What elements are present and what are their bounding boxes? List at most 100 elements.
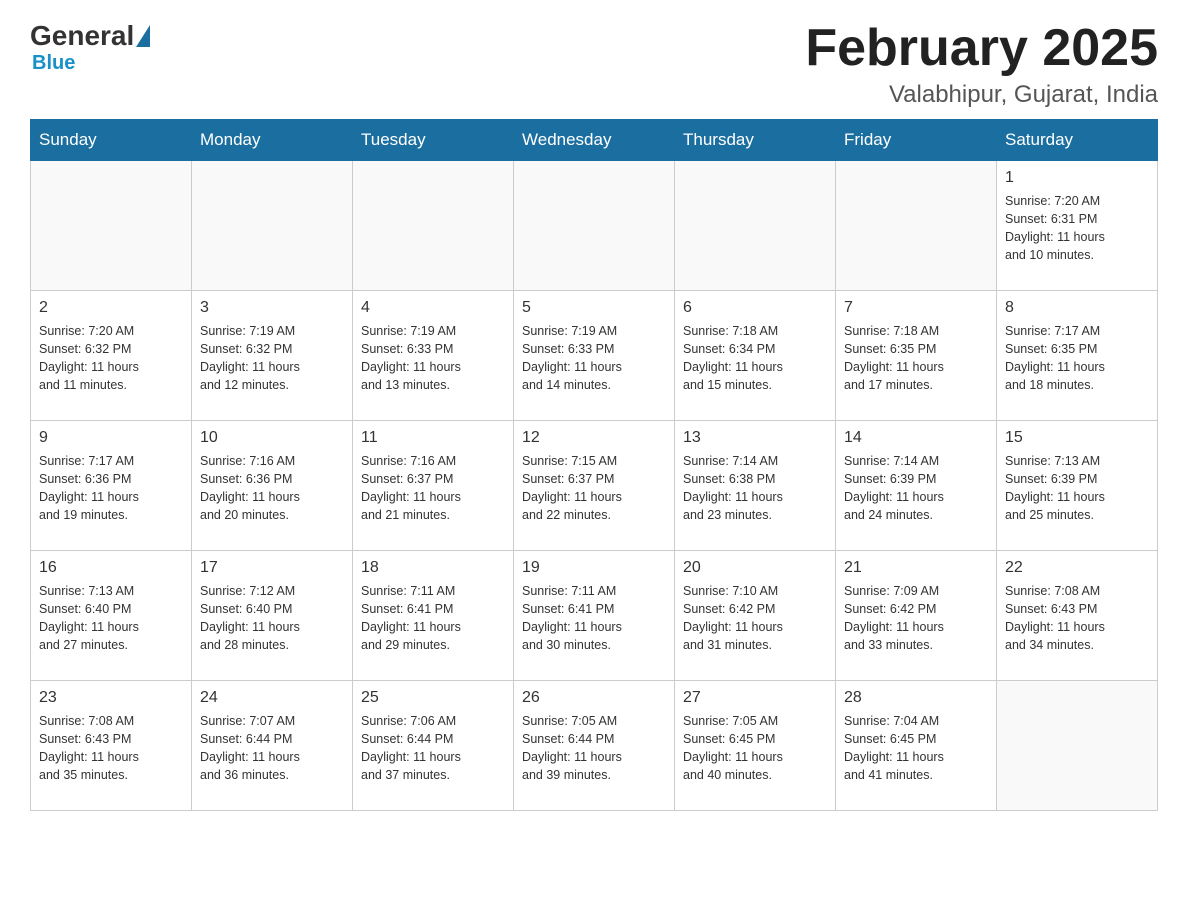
day-number: 18 [361, 557, 505, 579]
calendar-cell-4-0: 23 Sunrise: 7:08 AM Sunset: 6:43 PM Dayli… [31, 681, 192, 811]
calendar-cell-3-4: 20Sunrise: 7:10 AM Sunset: 6:42 PM Dayli… [675, 551, 836, 681]
calendar-cell-1-1: 3 Sunrise: 7:19 AM Sunset: 6:32 PM Daylig… [192, 291, 353, 421]
day-info: Sunrise: 7:20 AM Sunset: 6:32 PM Dayligh… [39, 322, 183, 395]
day-number: 22 [1005, 557, 1149, 579]
calendar-cell-2-3: 12Sunrise: 7:15 AM Sunset: 6:37 PM Dayli… [514, 421, 675, 551]
day-number: 21 [844, 557, 988, 579]
day-number: 2 [39, 297, 183, 319]
calendar-cell-1-6: 8Sunrise: 7:17 AM Sunset: 6:35 PM Daylig… [997, 291, 1158, 421]
day-info: Sunrise: 7:16 AM Sunset: 6:36 PM Dayligh… [200, 452, 344, 525]
day-number: 11 [361, 427, 505, 449]
day-info: Sunrise: 7:06 AM Sunset: 6:44 PM Dayligh… [361, 712, 505, 785]
calendar-cell-2-2: 11Sunrise: 7:16 AM Sunset: 6:37 PM Dayli… [353, 421, 514, 551]
calendar-subtitle: Valabhipur, Gujarat, India [805, 81, 1158, 109]
calendar-cell-1-2: 4 Sunrise: 7:19 AM Sunset: 6:33 PM Daylig… [353, 291, 514, 421]
day-info: Sunrise: 7:14 AM Sunset: 6:38 PM Dayligh… [683, 452, 827, 525]
col-tuesday: Tuesday [353, 120, 514, 161]
day-info: Sunrise: 7:17 AM Sunset: 6:35 PM Dayligh… [1005, 322, 1149, 395]
day-number: 15 [1005, 427, 1149, 449]
day-info: Sunrise: 7:08 AM Sunset: 6:43 PM Dayligh… [39, 712, 183, 785]
calendar-cell-3-5: 21 Sunrise: 7:09 AM Sunset: 6:42 PM Dayli… [836, 551, 997, 681]
day-number: 19 [522, 557, 666, 579]
day-number: 23 [39, 687, 183, 709]
calendar-cell-2-5: 14 Sunrise: 7:14 AM Sunset: 6:39 PM Dayli… [836, 421, 997, 551]
day-info: Sunrise: 7:13 AM Sunset: 6:40 PM Dayligh… [39, 582, 183, 655]
calendar-cell-0-5 [836, 161, 997, 291]
day-info: Sunrise: 7:17 AM Sunset: 6:36 PM Dayligh… [39, 452, 183, 525]
logo: General Blue [30, 20, 152, 75]
col-friday: Friday [836, 120, 997, 161]
day-number: 1 [1005, 167, 1149, 189]
day-info: Sunrise: 7:18 AM Sunset: 6:35 PM Dayligh… [844, 322, 988, 395]
day-number: 20 [683, 557, 827, 579]
day-number: 17 [200, 557, 344, 579]
calendar-cell-0-4 [675, 161, 836, 291]
logo-blue-text: Blue [32, 52, 75, 75]
day-info: Sunrise: 7:05 AM Sunset: 6:45 PM Dayligh… [683, 712, 827, 785]
calendar-cell-2-6: 15 Sunrise: 7:13 AM Sunset: 6:39 PM Dayli… [997, 421, 1158, 551]
day-info: Sunrise: 7:13 AM Sunset: 6:39 PM Dayligh… [1005, 452, 1149, 525]
logo-general-text: General [30, 20, 134, 52]
col-sunday: Sunday [31, 120, 192, 161]
day-info: Sunrise: 7:04 AM Sunset: 6:45 PM Dayligh… [844, 712, 988, 785]
day-number: 24 [200, 687, 344, 709]
day-info: Sunrise: 7:07 AM Sunset: 6:44 PM Dayligh… [200, 712, 344, 785]
day-info: Sunrise: 7:20 AM Sunset: 6:31 PM Dayligh… [1005, 192, 1149, 265]
col-wednesday: Wednesday [514, 120, 675, 161]
day-info: Sunrise: 7:11 AM Sunset: 6:41 PM Dayligh… [361, 582, 505, 655]
calendar-cell-4-6 [997, 681, 1158, 811]
calendar-cell-0-2 [353, 161, 514, 291]
col-saturday: Saturday [997, 120, 1158, 161]
calendar-cell-1-0: 2 Sunrise: 7:20 AM Sunset: 6:32 PM Daylig… [31, 291, 192, 421]
day-number: 10 [200, 427, 344, 449]
calendar-title: February 2025 [805, 20, 1158, 77]
day-number: 5 [522, 297, 666, 319]
day-info: Sunrise: 7:19 AM Sunset: 6:33 PM Dayligh… [361, 322, 505, 395]
day-number: 28 [844, 687, 988, 709]
calendar-cell-4-5: 28 Sunrise: 7:04 AM Sunset: 6:45 PM Dayli… [836, 681, 997, 811]
week-row-2: 9 Sunrise: 7:17 AM Sunset: 6:36 PM Daylig… [31, 421, 1158, 551]
day-number: 25 [361, 687, 505, 709]
day-number: 6 [683, 297, 827, 319]
calendar-cell-2-1: 10 Sunrise: 7:16 AM Sunset: 6:36 PM Dayli… [192, 421, 353, 551]
day-info: Sunrise: 7:19 AM Sunset: 6:32 PM Dayligh… [200, 322, 344, 395]
calendar-cell-4-1: 24 Sunrise: 7:07 AM Sunset: 6:44 PM Dayli… [192, 681, 353, 811]
day-number: 13 [683, 427, 827, 449]
day-info: Sunrise: 7:12 AM Sunset: 6:40 PM Dayligh… [200, 582, 344, 655]
day-info: Sunrise: 7:09 AM Sunset: 6:42 PM Dayligh… [844, 582, 988, 655]
day-info: Sunrise: 7:11 AM Sunset: 6:41 PM Dayligh… [522, 582, 666, 655]
calendar-cell-2-4: 13 Sunrise: 7:14 AM Sunset: 6:38 PM Dayli… [675, 421, 836, 551]
calendar-cell-4-2: 25 Sunrise: 7:06 AM Sunset: 6:44 PM Dayli… [353, 681, 514, 811]
day-info: Sunrise: 7:18 AM Sunset: 6:34 PM Dayligh… [683, 322, 827, 395]
day-number: 3 [200, 297, 344, 319]
page-header: General Blue February 2025 Valabhipur, G… [30, 20, 1158, 109]
week-row-4: 23 Sunrise: 7:08 AM Sunset: 6:43 PM Dayli… [31, 681, 1158, 811]
col-thursday: Thursday [675, 120, 836, 161]
day-info: Sunrise: 7:14 AM Sunset: 6:39 PM Dayligh… [844, 452, 988, 525]
day-info: Sunrise: 7:08 AM Sunset: 6:43 PM Dayligh… [1005, 582, 1149, 655]
week-row-3: 16 Sunrise: 7:13 AM Sunset: 6:40 PM Dayli… [31, 551, 1158, 681]
calendar-cell-3-3: 19 Sunrise: 7:11 AM Sunset: 6:41 PM Dayli… [514, 551, 675, 681]
day-number: 14 [844, 427, 988, 449]
calendar-cell-0-1 [192, 161, 353, 291]
day-number: 4 [361, 297, 505, 319]
calendar-cell-1-5: 7 Sunrise: 7:18 AM Sunset: 6:35 PM Daylig… [836, 291, 997, 421]
day-info: Sunrise: 7:19 AM Sunset: 6:33 PM Dayligh… [522, 322, 666, 395]
calendar-cell-3-0: 16 Sunrise: 7:13 AM Sunset: 6:40 PM Dayli… [31, 551, 192, 681]
calendar-cell-4-3: 26Sunrise: 7:05 AM Sunset: 6:44 PM Dayli… [514, 681, 675, 811]
day-number: 16 [39, 557, 183, 579]
calendar-cell-4-4: 27Sunrise: 7:05 AM Sunset: 6:45 PM Dayli… [675, 681, 836, 811]
calendar-cell-1-3: 5 Sunrise: 7:19 AM Sunset: 6:33 PM Daylig… [514, 291, 675, 421]
week-row-0: 1 Sunrise: 7:20 AM Sunset: 6:31 PM Daylig… [31, 161, 1158, 291]
calendar-cell-3-2: 18 Sunrise: 7:11 AM Sunset: 6:41 PM Dayli… [353, 551, 514, 681]
calendar-cell-0-0 [31, 161, 192, 291]
col-monday: Monday [192, 120, 353, 161]
day-number: 12 [522, 427, 666, 449]
day-number: 7 [844, 297, 988, 319]
calendar-cell-1-4: 6 Sunrise: 7:18 AM Sunset: 6:34 PM Daylig… [675, 291, 836, 421]
calendar-cell-3-1: 17 Sunrise: 7:12 AM Sunset: 6:40 PM Dayli… [192, 551, 353, 681]
calendar-cell-3-6: 22 Sunrise: 7:08 AM Sunset: 6:43 PM Dayli… [997, 551, 1158, 681]
day-number: 9 [39, 427, 183, 449]
calendar-table: Sunday Monday Tuesday Wednesday Thursday… [30, 119, 1158, 811]
day-info: Sunrise: 7:05 AM Sunset: 6:44 PM Dayligh… [522, 712, 666, 785]
